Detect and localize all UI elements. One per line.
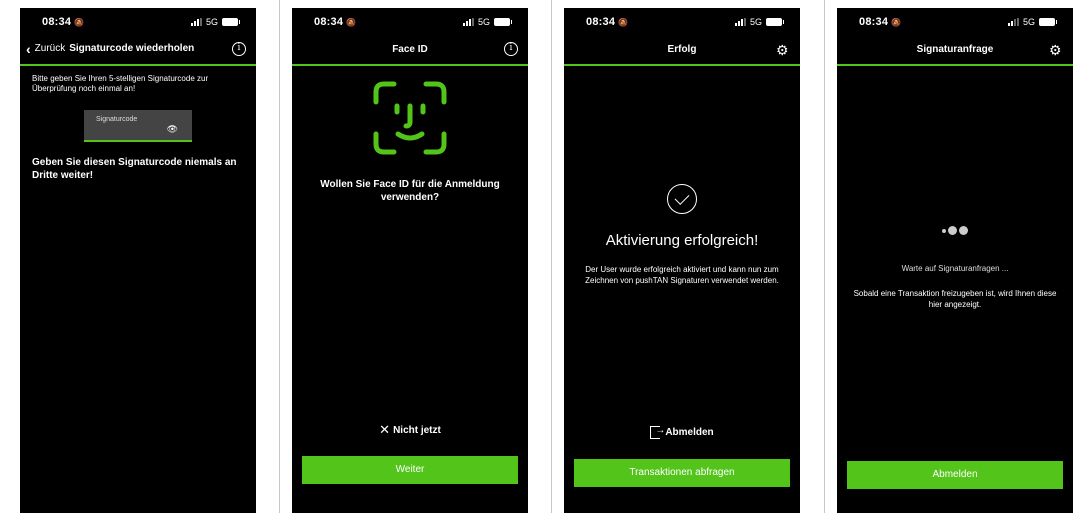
waiting-text: Warte auf Signaturanfragen ... [901, 264, 1009, 273]
back-label: Zurück [34, 43, 66, 54]
signal-icon [1007, 18, 1019, 26]
status-time: 08:34 [314, 16, 344, 28]
not-now-button[interactable]: ✕ Nicht jetzt [292, 422, 528, 438]
page-title: Signaturanfrage [916, 44, 994, 55]
signal-icon [462, 18, 474, 26]
logout-button[interactable]: Abmelden [847, 461, 1063, 489]
signal-icon [190, 18, 202, 26]
bell-icon: 🔕 [618, 18, 629, 27]
chevron-left-icon: ‹ [26, 40, 31, 57]
bell-icon: 🔕 [74, 18, 85, 27]
instruction-text: Bitte geben Sie Ihren 5-stelligen Signat… [32, 74, 209, 93]
nav-bar: Face ID i [292, 36, 528, 66]
battery-icon [1039, 18, 1057, 26]
battery-icon [494, 18, 512, 26]
screen-face-id: 08:34 🔕 5G Face ID i Wollen Sie Face ID f… [292, 8, 528, 513]
screen-divider [824, 0, 825, 513]
nav-bar: Signaturanfrage ⚙ [837, 36, 1073, 66]
battery-icon [222, 18, 240, 26]
not-now-label: Nicht jetzt [393, 425, 441, 436]
status-bar: 08:34 🔕 5G [837, 8, 1073, 36]
page-title: Face ID [392, 44, 428, 55]
continue-button[interactable]: Weiter [302, 456, 518, 484]
network-label: 5G [477, 17, 490, 27]
signal-icon [734, 18, 746, 26]
gear-icon[interactable]: ⚙ [776, 42, 790, 58]
face-id-icon [373, 81, 447, 155]
status-bar: 08:34 🔕 5G [564, 8, 800, 36]
warning-text: Geben Sie diesen Signaturcode niemals an… [32, 157, 237, 181]
logout-icon [650, 425, 665, 439]
battery-icon [766, 18, 784, 26]
screen-divider [551, 0, 552, 513]
success-heading: Aktivierung erfolgreich! [605, 232, 759, 249]
page-title: Erfolg [667, 44, 697, 55]
logout-link[interactable]: Abmelden [564, 425, 800, 439]
status-bar: 08:34 🔕 5G [292, 8, 528, 36]
bell-icon: 🔕 [891, 18, 902, 27]
info-icon[interactable]: i [232, 42, 246, 56]
waiting-description: Sobald eine Transaktion freizugeben ist,… [853, 289, 1057, 309]
eye-icon[interactable]: 👁 [167, 124, 178, 135]
gear-icon[interactable]: ⚙ [1049, 42, 1063, 58]
screen-signaturcode-repeat: 08:34 🔕 5G ‹ Zurück Signaturcode wiederho… [20, 8, 256, 513]
info-icon[interactable]: i [504, 42, 518, 56]
screen-signature-request: 08:34 🔕 5G Signaturanfrage ⚙ Warte auf Si… [837, 8, 1073, 513]
network-label: 5G [1022, 17, 1035, 27]
status-time: 08:34 [586, 16, 616, 28]
back-button[interactable]: ‹ Zurück Signaturcode wiederholen [26, 40, 195, 57]
page-title: Signaturcode wiederholen [69, 43, 195, 54]
network-label: 5G [205, 17, 218, 27]
signaturcode-input[interactable]: Signaturcode 👁 [84, 110, 192, 142]
network-label: 5G [749, 17, 762, 27]
status-time: 08:34 [42, 16, 72, 28]
nav-bar: ‹ Zurück Signaturcode wiederholen i [20, 36, 256, 66]
close-icon: ✕ [379, 422, 391, 437]
status-bar: 08:34 🔕 5G [20, 8, 256, 36]
nav-bar: Erfolg ⚙ [564, 36, 800, 66]
bell-icon: 🔕 [346, 18, 357, 27]
status-time: 08:34 [859, 16, 889, 28]
screen-divider [279, 0, 280, 513]
screen-success: 08:34 🔕 5G Erfolg ⚙ Aktivierung erfolgrei… [564, 8, 800, 513]
checkmark-circle-icon [667, 184, 697, 214]
loading-indicator [837, 222, 1073, 240]
success-description: Der User wurde erfolgreich aktiviert und… [585, 265, 779, 285]
fetch-transactions-button[interactable]: Transaktionen abfragen [574, 459, 790, 487]
face-id-question: Wollen Sie Face ID für die Anmeldung ver… [320, 179, 500, 203]
field-label: Signaturcode [96, 116, 138, 123]
logout-label: Abmelden [665, 427, 714, 438]
